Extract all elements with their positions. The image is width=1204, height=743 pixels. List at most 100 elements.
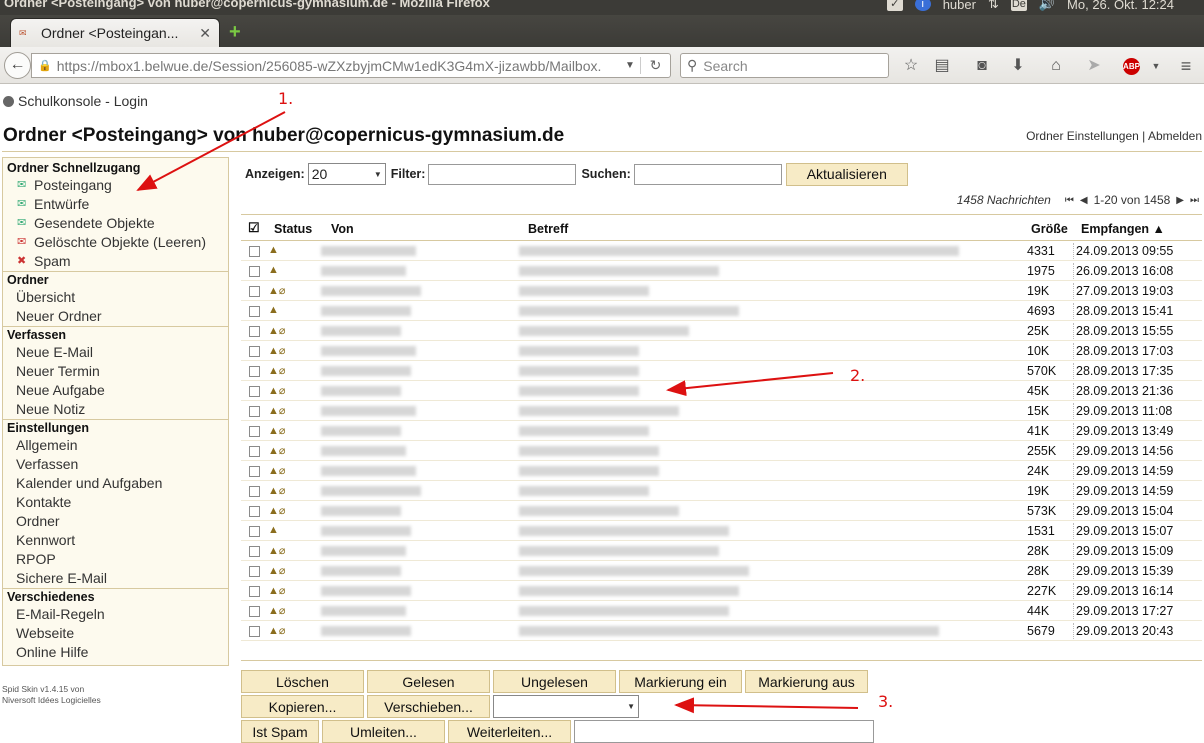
- table-row[interactable]: ▲⌀ 227K 29.09.2013 16:14: [241, 581, 1202, 601]
- sidebar-item[interactable]: Neuer Termin: [3, 362, 228, 381]
- bookmark-star-icon[interactable]: ☆: [901, 56, 921, 76]
- top-links[interactable]: Ordner Einstellungen | Abmelden: [1026, 129, 1202, 143]
- sidebar-item[interactable]: Kalender und Aufgaben: [3, 474, 228, 493]
- mark-off-button[interactable]: Markierung aus: [745, 670, 868, 693]
- mail-search-input[interactable]: [633, 163, 782, 185]
- table-row[interactable]: ▲⌀ 19K 27.09.2013 19:03: [241, 281, 1202, 301]
- sidebar-item[interactable]: ✖ Spam: [3, 252, 228, 271]
- select-all-checkbox[interactable]: ☑: [248, 220, 260, 236]
- row-checkbox[interactable]: [249, 346, 260, 357]
- subject-redacted[interactable]: [519, 506, 679, 516]
- row-checkbox[interactable]: [249, 586, 260, 597]
- col-size[interactable]: Größe: [1031, 222, 1068, 236]
- row-checkbox[interactable]: [249, 326, 260, 337]
- row-checkbox[interactable]: [249, 246, 260, 257]
- adblock-dropdown-icon[interactable]: ▼: [1146, 56, 1166, 76]
- sidebar-item[interactable]: Verfassen: [3, 455, 228, 474]
- prev-page-icon[interactable]: ◀: [1080, 195, 1088, 206]
- sidebar-item[interactable]: Neuer Ordner: [3, 307, 228, 326]
- sender-redacted[interactable]: [321, 466, 416, 476]
- row-checkbox[interactable]: [249, 426, 260, 437]
- download-icon[interactable]: ⬇: [1008, 56, 1028, 76]
- row-checkbox[interactable]: [249, 506, 260, 517]
- sidebar-item[interactable]: RPOP: [3, 550, 228, 569]
- sender-redacted[interactable]: [321, 446, 406, 456]
- sidebar-item[interactable]: ✉ Entwürfe: [3, 195, 228, 214]
- subject-redacted[interactable]: [519, 346, 639, 356]
- sidebar-item[interactable]: ✉ Gesendete Objekte: [3, 214, 228, 233]
- first-page-icon[interactable]: ⏮: [1065, 195, 1074, 206]
- sender-redacted[interactable]: [321, 346, 416, 356]
- row-checkbox[interactable]: [249, 366, 260, 377]
- pocket-icon[interactable]: ◙: [972, 56, 992, 76]
- sidebar-item[interactable]: E-Mail-Regeln: [3, 605, 228, 624]
- os-user[interactable]: huber: [943, 0, 976, 12]
- row-checkbox[interactable]: [249, 286, 260, 297]
- sender-redacted[interactable]: [321, 406, 416, 416]
- subject-redacted[interactable]: [519, 466, 659, 476]
- table-row[interactable]: ▲ 1531 29.09.2013 15:07: [241, 521, 1202, 541]
- row-checkbox[interactable]: [249, 386, 260, 397]
- adblock-icon[interactable]: ABP: [1123, 58, 1140, 75]
- col-status[interactable]: Status: [274, 222, 312, 236]
- sender-redacted[interactable]: [321, 366, 411, 376]
- move-button[interactable]: Verschieben...: [367, 695, 490, 718]
- table-row[interactable]: ▲⌀ 573K 29.09.2013 15:04: [241, 501, 1202, 521]
- subject-redacted[interactable]: [519, 286, 649, 296]
- sender-redacted[interactable]: [321, 546, 406, 556]
- subject-redacted[interactable]: [519, 406, 679, 416]
- info-icon[interactable]: i: [914, 0, 931, 11]
- sender-redacted[interactable]: [321, 526, 411, 536]
- row-checkbox[interactable]: [249, 266, 260, 277]
- row-checkbox[interactable]: [249, 566, 260, 577]
- delete-button[interactable]: Löschen: [241, 670, 364, 693]
- col-from[interactable]: Von: [331, 222, 354, 236]
- url-text[interactable]: https://mbox1.belwue.de/Session/256085-w…: [57, 58, 620, 74]
- sidebar-item[interactable]: Kennwort: [3, 531, 228, 550]
- sidebar-item[interactable]: Ordner: [3, 512, 228, 531]
- close-tab-icon[interactable]: ✕: [199, 25, 211, 42]
- last-page-icon[interactable]: ⏭: [1190, 195, 1199, 206]
- check-icon[interactable]: ✓: [886, 0, 903, 11]
- target-folder-select[interactable]: ▼: [493, 695, 639, 718]
- bookmarks-list-icon[interactable]: ▤: [932, 56, 952, 76]
- row-checkbox[interactable]: [249, 446, 260, 457]
- table-row[interactable]: ▲⌀ 25K 28.09.2013 15:55: [241, 321, 1202, 341]
- menu-icon[interactable]: ≡: [1176, 56, 1196, 76]
- volume-icon[interactable]: 🔊: [1039, 0, 1055, 12]
- table-row[interactable]: ▲⌀ 255K 29.09.2013 14:56: [241, 441, 1202, 461]
- row-checkbox[interactable]: [249, 306, 260, 317]
- subject-redacted[interactable]: [519, 566, 749, 576]
- sender-redacted[interactable]: [321, 246, 416, 256]
- table-row[interactable]: ▲⌀ 19K 29.09.2013 14:59: [241, 481, 1202, 501]
- col-received[interactable]: Empfangen ▲: [1081, 222, 1165, 236]
- subject-redacted[interactable]: [519, 246, 959, 256]
- subject-redacted[interactable]: [519, 606, 729, 616]
- table-row[interactable]: ▲⌀ 44K 29.09.2013 17:27: [241, 601, 1202, 621]
- copy-button[interactable]: Kopieren...: [241, 695, 364, 718]
- keyboard-layout[interactable]: De: [1010, 0, 1027, 11]
- clock[interactable]: Mo, 26. Okt. 12:24: [1067, 0, 1174, 12]
- subject-redacted[interactable]: [519, 546, 719, 556]
- send-icon[interactable]: ➤: [1084, 56, 1104, 76]
- row-checkbox[interactable]: [249, 626, 260, 637]
- subject-redacted[interactable]: [519, 626, 939, 636]
- forward-address-input[interactable]: [574, 720, 874, 743]
- forward-button[interactable]: Weiterleiten...: [448, 720, 571, 743]
- table-row[interactable]: ▲ 1975 26.09.2013 16:08: [241, 261, 1202, 281]
- sender-redacted[interactable]: [321, 286, 421, 296]
- table-row[interactable]: ▲ 4331 24.09.2013 09:55: [241, 241, 1202, 261]
- sidebar-item[interactable]: Allgemein: [3, 436, 228, 455]
- subject-redacted[interactable]: [519, 306, 739, 316]
- unread-button[interactable]: Ungelesen: [493, 670, 616, 693]
- subject-redacted[interactable]: [519, 386, 639, 396]
- sender-redacted[interactable]: [321, 506, 401, 516]
- table-row[interactable]: ▲⌀ 28K 29.09.2013 15:09: [241, 541, 1202, 561]
- table-row[interactable]: ▲ 4693 28.09.2013 15:41: [241, 301, 1202, 321]
- browser-tab[interactable]: ✉ Ordner <Posteingan... ✕: [10, 18, 220, 47]
- table-row[interactable]: ▲⌀ 15K 29.09.2013 11:08: [241, 401, 1202, 421]
- row-checkbox[interactable]: [249, 466, 260, 477]
- row-checkbox[interactable]: [249, 526, 260, 537]
- sender-redacted[interactable]: [321, 566, 401, 576]
- table-row[interactable]: ▲⌀ 5679 29.09.2013 20:43: [241, 621, 1202, 641]
